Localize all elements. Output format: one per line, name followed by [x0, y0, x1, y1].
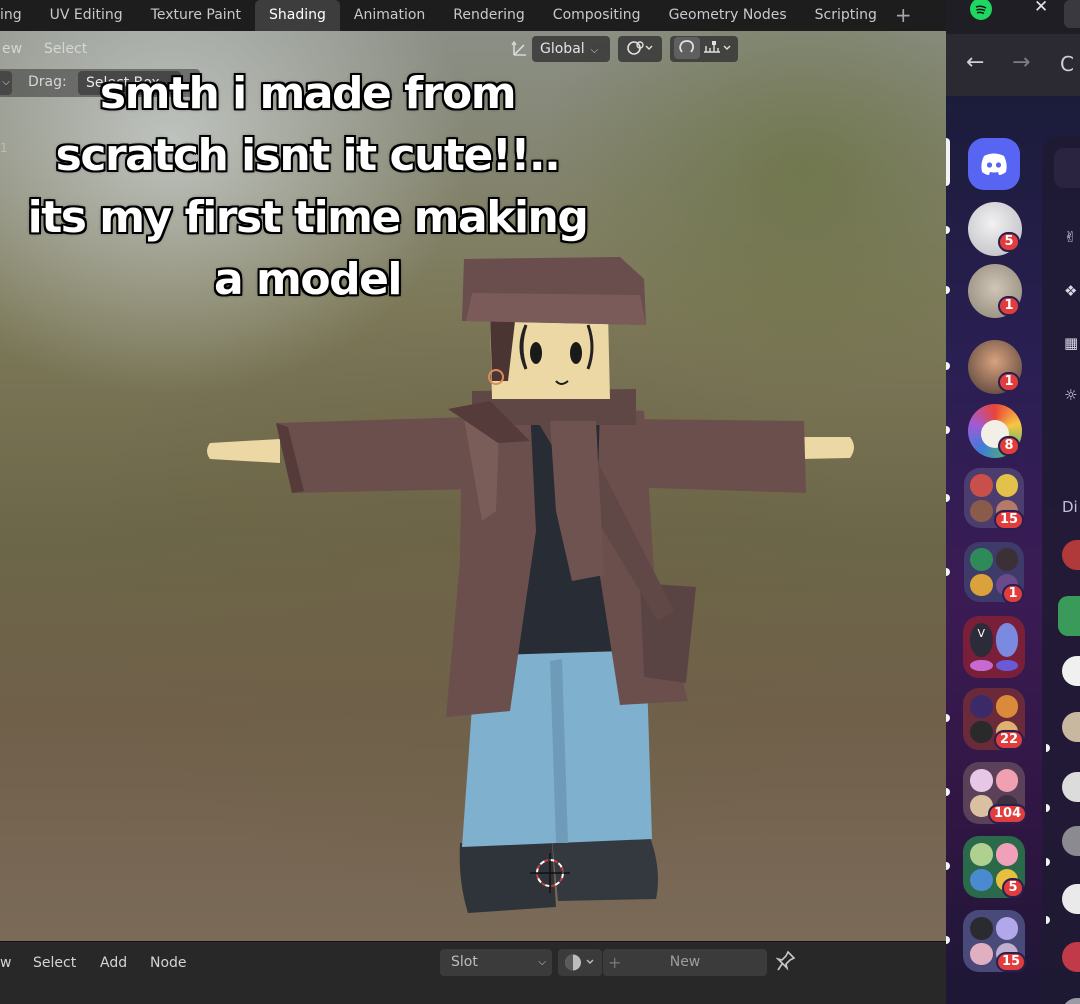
character-model[interactable]: [200, 231, 870, 931]
node-add-menu[interactable]: Add: [100, 955, 127, 971]
dm-avatar[interactable]: [1062, 712, 1080, 742]
right-shoe: [552, 837, 658, 901]
dm-avatar[interactable]: [1058, 596, 1080, 636]
folder-1-badge: 15: [994, 510, 1025, 530]
transform-orientation-value: Global: [540, 41, 585, 57]
screen: ing UV Editing Texture Paint Shading Ani…: [0, 0, 1080, 1004]
folder-4-badge: 22: [994, 730, 1025, 750]
plus-icon: +: [608, 953, 622, 972]
browser-tab[interactable]: [1064, 0, 1080, 28]
chevron-down-icon[interactable]: ⌵: [0, 71, 12, 95]
node-node-menu[interactable]: Node: [150, 955, 187, 971]
tab-animation[interactable]: Animation: [340, 0, 439, 31]
browser-toolbar: ✕ ← → C: [946, 0, 1080, 96]
view-menu[interactable]: ew: [2, 37, 22, 61]
right-eye: [570, 342, 582, 364]
viewport-side-number: 1: [0, 141, 8, 155]
server-folder-3[interactable]: V: [963, 616, 1025, 678]
tab-uv-editing[interactable]: UV Editing: [36, 0, 137, 31]
material-slot-dropdown[interactable]: Slot ⌵: [440, 949, 552, 976]
dm-avatar[interactable]: [1062, 772, 1080, 802]
server-1-badge: 5: [998, 232, 1020, 252]
snap-magnet-icon: [674, 37, 731, 59]
chevron-down-icon: ⌵: [590, 45, 599, 56]
search-box[interactable]: [1054, 148, 1080, 188]
3d-viewport[interactable]: ew Select Global ⌵ ⌵ Drag: Select Box ⌵ …: [0, 31, 946, 941]
tab-scripting[interactable]: Scripting: [801, 0, 891, 31]
server-list: 5 1 1 8 15 1 V 22 104 5 15: [946, 96, 1046, 1004]
tab-compositing[interactable]: Compositing: [539, 0, 655, 31]
friends-icon[interactable]: ✌: [1064, 228, 1080, 246]
dm-avatar[interactable]: [1062, 884, 1080, 914]
folder-7-badge: 15: [996, 952, 1027, 972]
left-sleeve: [276, 417, 476, 493]
close-tab-icon[interactable]: ✕: [1034, 0, 1048, 17]
left-hand: [207, 439, 280, 463]
pivot-link-icon: [627, 41, 653, 55]
workspace-tabs: ing UV Editing Texture Paint Shading Ani…: [0, 0, 946, 31]
caption-text: smth i made from scratch isnt it cute!!.…: [27, 68, 589, 305]
channel-panel: ✌ ❖ ▦ ☼ Di: [1042, 136, 1080, 1004]
server-2-badge: 1: [998, 296, 1020, 316]
transform-orientation-icon: [511, 40, 526, 56]
material-browse-button[interactable]: [558, 949, 602, 976]
discord-logo-icon: [981, 153, 1007, 175]
left-eye: [530, 342, 542, 364]
snapping-dropdown[interactable]: [670, 36, 738, 62]
blender-window: ing UV Editing Texture Paint Shading Ani…: [0, 0, 946, 1004]
reload-button[interactable]: C: [1060, 52, 1074, 76]
new-material-button[interactable]: New: [603, 949, 767, 976]
folder-2-badge: 1: [1002, 584, 1024, 604]
viewport-header: ew Select Global ⌵: [0, 31, 946, 65]
dm-avatar[interactable]: [1062, 540, 1080, 570]
new-material-label: New: [669, 954, 701, 970]
shop-icon[interactable]: ▦: [1064, 334, 1080, 352]
material-sphere-icon: [565, 954, 594, 971]
dm-avatar[interactable]: [1062, 942, 1080, 972]
direct-messages-label: Di: [1062, 498, 1078, 516]
add-workspace-button[interactable]: +: [891, 0, 922, 31]
server-4-badge: 8: [998, 436, 1020, 456]
chevron-down-icon: ⌵: [538, 957, 546, 968]
tab-layout-partial[interactable]: ing: [0, 0, 36, 31]
pin-icon[interactable]: [775, 950, 796, 977]
tab-shading[interactable]: Shading: [255, 0, 340, 31]
pivot-point-dropdown[interactable]: [618, 36, 662, 62]
tab-rendering[interactable]: Rendering: [439, 0, 539, 31]
transform-orientation-dropdown[interactable]: Global ⌵: [532, 36, 610, 62]
slot-label: Slot: [451, 954, 478, 970]
dm-avatar[interactable]: [1062, 998, 1080, 1004]
node-select-menu[interactable]: Select: [33, 955, 76, 971]
discord-app: 5 1 1 8 15 1 V 22 104 5 15 ✌ ❖ ▦ ☼ Di: [946, 96, 1080, 1004]
nitro-icon[interactable]: ❖: [1064, 282, 1080, 300]
discord-home-button[interactable]: [968, 138, 1020, 190]
back-button[interactable]: ←: [966, 50, 984, 75]
spotify-icon[interactable]: [970, 0, 992, 20]
browser-tabstrip: ✕: [946, 0, 1080, 34]
dm-avatar[interactable]: [1062, 656, 1080, 686]
folder-6-badge: 5: [1002, 878, 1024, 898]
left-shoe: [459, 843, 556, 913]
tab-geometry-nodes[interactable]: Geometry Nodes: [655, 0, 801, 31]
browser-window: ✕ ← → C 5 1 1 8 15 1 V 22 104 5 15 ✌ ❖ ▦…: [946, 0, 1080, 1004]
folder-3-letter: V: [970, 623, 993, 657]
tab-texture-paint[interactable]: Texture Paint: [137, 0, 255, 31]
node-view-menu[interactable]: w: [0, 955, 11, 971]
forward-button[interactable]: →: [1012, 50, 1030, 75]
server-3-badge: 1: [998, 372, 1020, 392]
dm-avatar[interactable]: [1062, 826, 1080, 856]
right-hand: [800, 437, 854, 459]
select-menu[interactable]: Select: [44, 37, 87, 61]
selected-indicator: [946, 138, 950, 186]
quests-icon[interactable]: ☼: [1064, 386, 1080, 404]
folder-5-badge: 104: [988, 804, 1028, 824]
